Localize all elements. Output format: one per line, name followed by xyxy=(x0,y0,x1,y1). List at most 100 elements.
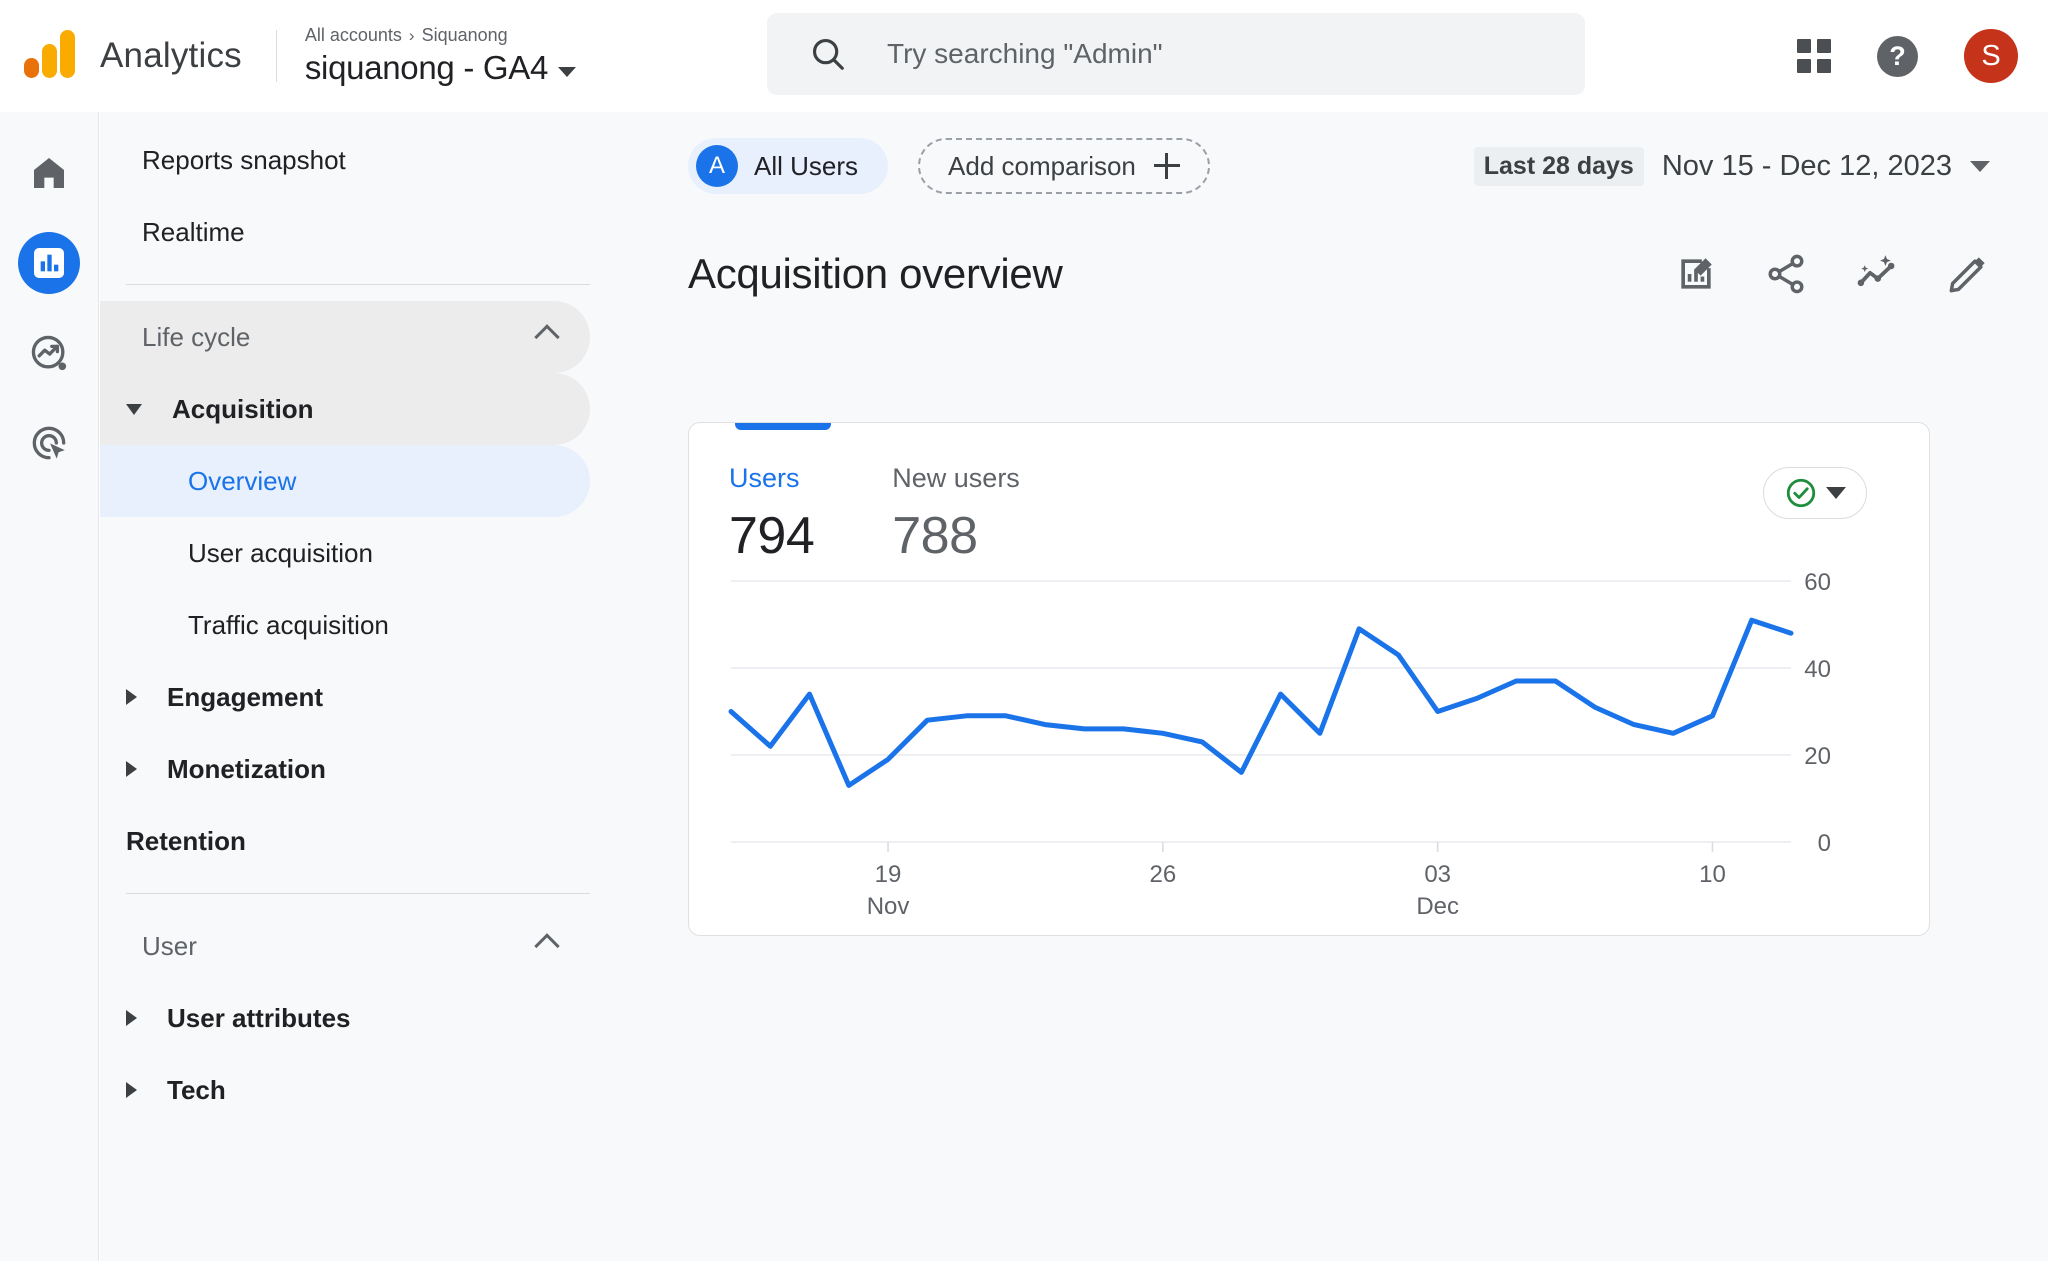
nav-section-user[interactable]: User xyxy=(100,910,590,982)
chart-gridlines-dynamic xyxy=(731,580,1791,843)
nav-item-traffic-acquisition[interactable]: Traffic acquisition xyxy=(100,589,590,661)
report-controls: A All Users Add comparison Last 28 days … xyxy=(688,112,2048,220)
chevron-down-icon[interactable] xyxy=(1826,487,1846,499)
chart-svg: 0 20 40 60 19 Nov 26 03 Dec 10 xyxy=(728,569,1831,920)
data-quality-dropdown[interactable] xyxy=(1763,467,1867,519)
svg-text:Dec: Dec xyxy=(1416,893,1459,920)
nav-label: User acquisition xyxy=(188,537,373,568)
date-range-picker[interactable]: Last 28 days Nov 15 - Dec 12, 2023 xyxy=(1473,146,1990,186)
insights-icon[interactable] xyxy=(1854,251,1900,297)
metric-label: Users xyxy=(729,463,800,493)
nav-item-user-acquisition[interactable]: User acquisition xyxy=(100,517,590,589)
nav-item-tech[interactable]: Tech xyxy=(100,1054,590,1126)
chevron-down-icon[interactable] xyxy=(558,67,577,77)
report-navigation: Reports snapshot Realtime Life cycle Acq… xyxy=(100,112,688,1261)
users-overview-card: Users 794 New users 788 0 20 40 60 19 No… xyxy=(688,422,1930,936)
top-app-bar: Analytics All accounts › Siquanong siqua… xyxy=(0,0,2048,112)
users-line-chart[interactable]: 0 20 40 60 19 Nov 26 03 Dec 10 xyxy=(689,569,1929,935)
analytics-logo-icon[interactable] xyxy=(22,28,78,84)
property-name: siquanong - GA4 xyxy=(304,49,549,86)
nav-divider xyxy=(126,893,590,894)
svg-text:60: 60 xyxy=(1804,569,1831,596)
metric-tabs: Users 794 New users 788 xyxy=(689,423,1929,566)
search-bar[interactable]: Try searching "Admin" xyxy=(767,13,1585,95)
chart-y-ticks: 0 20 40 60 xyxy=(1804,569,1831,857)
nav-label: Acquisition xyxy=(172,393,314,424)
edit-icon[interactable] xyxy=(1946,252,1990,296)
metric-tab-new-users[interactable]: New users 788 xyxy=(892,463,1020,566)
rail-item-home[interactable] xyxy=(18,142,80,204)
nav-item-user-attributes[interactable]: User attributes xyxy=(100,982,590,1054)
search-icon xyxy=(813,38,844,70)
svg-text:0: 0 xyxy=(1818,830,1831,857)
svg-text:26: 26 xyxy=(1150,861,1177,888)
breadcrumb: All accounts › Siquanong xyxy=(305,25,576,46)
date-preset-badge: Last 28 days xyxy=(1473,146,1644,186)
nav-section-label: Life cycle xyxy=(142,321,251,352)
svg-text:40: 40 xyxy=(1804,656,1831,683)
nav-item-acquisition[interactable]: Acquisition xyxy=(100,373,590,445)
share-icon[interactable] xyxy=(1764,252,1808,296)
page-title: Acquisition overview xyxy=(688,250,1063,297)
header-divider xyxy=(275,30,277,82)
nav-item-retention[interactable]: Retention xyxy=(100,805,590,877)
triangle-right-icon xyxy=(126,761,137,777)
nav-item-overview[interactable]: Overview xyxy=(100,445,590,517)
nav-label: Overview xyxy=(188,465,297,496)
chevron-up-icon[interactable] xyxy=(534,933,560,959)
apps-grid-icon[interactable] xyxy=(1797,39,1831,73)
home-icon xyxy=(34,158,64,188)
date-range-text: Nov 15 - Dec 12, 2023 xyxy=(1661,149,1952,182)
nav-label: Tech xyxy=(167,1074,226,1105)
svg-text:Nov: Nov xyxy=(867,893,910,920)
bar-chart-icon xyxy=(34,248,64,278)
nav-item-monetization[interactable]: Monetization xyxy=(100,733,590,805)
triangle-down-icon xyxy=(126,403,142,415)
segment-chip-all-users[interactable]: A All Users xyxy=(688,138,889,194)
nav-reports-snapshot[interactable]: Reports snapshot xyxy=(100,124,590,196)
add-comparison-label: Add comparison xyxy=(948,150,1136,181)
nav-section-life-cycle[interactable]: Life cycle xyxy=(100,301,590,373)
nav-realtime[interactable]: Realtime xyxy=(100,196,590,268)
explore-trend-icon xyxy=(31,335,67,371)
metric-label: New users xyxy=(892,463,1020,493)
account-selector[interactable]: All accounts › Siquanong siquanong - GA4 xyxy=(304,25,577,87)
rail-item-advertising[interactable] xyxy=(18,412,80,474)
svg-text:19: 19 xyxy=(875,861,902,888)
page-actions xyxy=(1674,251,1990,297)
chart-series-users xyxy=(728,617,1794,788)
svg-text:20: 20 xyxy=(1804,743,1831,770)
nav-section-label: User xyxy=(142,930,197,961)
triangle-right-icon xyxy=(126,689,137,705)
svg-text:10: 10 xyxy=(1699,861,1726,888)
metric-value: 794 xyxy=(729,507,815,565)
search-input[interactable]: Try searching "Admin" xyxy=(887,38,1163,70)
page-header: Acquisition overview xyxy=(688,220,2048,328)
chevron-down-icon[interactable] xyxy=(1970,160,1990,172)
icon-rail xyxy=(0,112,99,1261)
segment-label: All Users xyxy=(754,150,859,181)
customize-report-icon[interactable] xyxy=(1674,252,1718,296)
triangle-right-icon xyxy=(126,1082,137,1098)
svg-text:03: 03 xyxy=(1424,861,1451,888)
add-comparison-button[interactable]: Add comparison xyxy=(918,138,1210,194)
nav-item-engagement[interactable]: Engagement xyxy=(100,661,590,733)
rail-item-explore[interactable] xyxy=(18,322,80,384)
breadcrumb-root[interactable]: All accounts xyxy=(305,25,402,46)
help-icon[interactable]: ? xyxy=(1877,35,1918,77)
metric-tab-users[interactable]: Users 794 xyxy=(729,463,815,566)
active-tab-indicator xyxy=(735,423,831,430)
nav-label: User attributes xyxy=(167,1002,351,1033)
metric-value: 788 xyxy=(892,507,978,565)
segment-avatar: A xyxy=(696,145,738,187)
brand-name: Analytics xyxy=(100,36,242,75)
breadcrumb-account[interactable]: Siquanong xyxy=(422,25,508,46)
rail-item-reports[interactable] xyxy=(18,232,80,294)
nav-label: Monetization xyxy=(167,753,326,784)
check-circle-icon xyxy=(1786,478,1816,508)
triangle-right-icon xyxy=(126,1010,137,1026)
nav-divider xyxy=(126,284,590,285)
chevron-up-icon[interactable] xyxy=(534,324,560,350)
plus-icon xyxy=(1153,153,1180,179)
user-avatar[interactable]: S xyxy=(1964,29,2018,83)
